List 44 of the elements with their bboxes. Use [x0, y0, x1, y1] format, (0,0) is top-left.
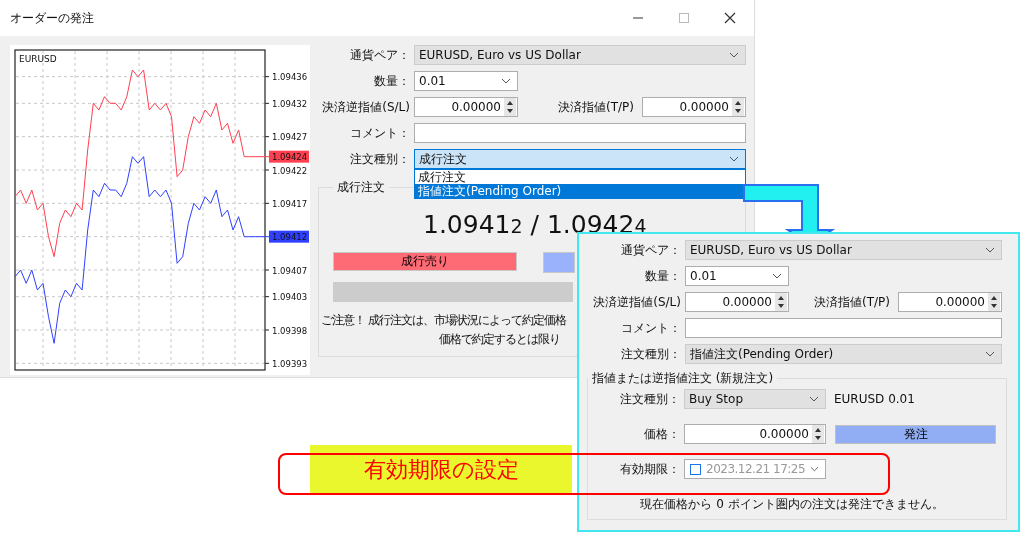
- field-label: 有効期限：: [619, 460, 681, 478]
- y-tick: 1.09417: [264, 198, 308, 209]
- y-tick-label: 1.09393: [272, 358, 308, 369]
- y-tick-label: 1.09422: [272, 165, 308, 176]
- y-tick: 1.09398: [264, 325, 308, 336]
- y-tick-label: 1.09436: [272, 72, 308, 83]
- field-label: 数量：: [644, 267, 682, 285]
- y-tick-label: 1.09432: [272, 98, 308, 109]
- y-tick-label: 1.09398: [272, 325, 308, 336]
- symbol-label: EURUSD: [19, 54, 57, 64]
- field-label: 注文種別：: [620, 345, 682, 363]
- field-label: 注文種別：: [619, 390, 681, 408]
- field-label: 決済逆指値(S/L): [321, 98, 411, 116]
- field-label: 決済逆指値(S/L): [592, 293, 682, 311]
- y-tick: 1.09422: [264, 165, 308, 176]
- field-label: コメント：: [349, 124, 411, 142]
- field-label: 通貨ペア：: [349, 46, 411, 64]
- y-tick: 1.09427: [264, 132, 308, 143]
- bid-price-tag: 1.09412: [269, 230, 309, 243]
- field-label: 数量：: [373, 72, 411, 90]
- field-label: 通貨ペア：: [620, 241, 682, 259]
- callout-label: 有効期限の設定: [310, 445, 572, 495]
- y-tick: 1.09432: [264, 98, 308, 109]
- field-label: 決済指値(T/P): [557, 98, 635, 116]
- y-tick: 1.09436: [264, 72, 308, 83]
- ask-price-tag: 1.09424: [269, 150, 309, 163]
- y-tick: 1.09393: [264, 358, 308, 369]
- y-tick: 1.09407: [264, 265, 308, 276]
- y-tick-label: 1.09417: [272, 198, 308, 209]
- group-title: 成行注文: [336, 179, 386, 196]
- window-title: オーダーの発注: [10, 9, 94, 27]
- field-label: 価格：: [643, 425, 681, 443]
- group-title: 指値または逆指値注文 (新規注文): [591, 370, 775, 387]
- y-tick: 1.09403: [264, 292, 308, 303]
- notice-text: 価格で約定するとは限り: [439, 331, 560, 348]
- y-tick-label: 1.09403: [272, 292, 308, 303]
- order-summary: EURUSD 0.01: [834, 392, 915, 406]
- y-tick-label: 1.09427: [272, 132, 308, 143]
- field-label: 注文種別：: [349, 150, 411, 168]
- y-tick-label: 1.09407: [272, 265, 308, 276]
- field-label: コメント：: [620, 319, 682, 337]
- notice-text: 現在価格から 0 ポイント圏内の注文は発注できません。: [639, 496, 945, 513]
- field-label: 決済指値(T/P): [813, 293, 891, 311]
- notice-text: ご注意！ 成行注文は、市場状況によって約定価格: [321, 312, 566, 329]
